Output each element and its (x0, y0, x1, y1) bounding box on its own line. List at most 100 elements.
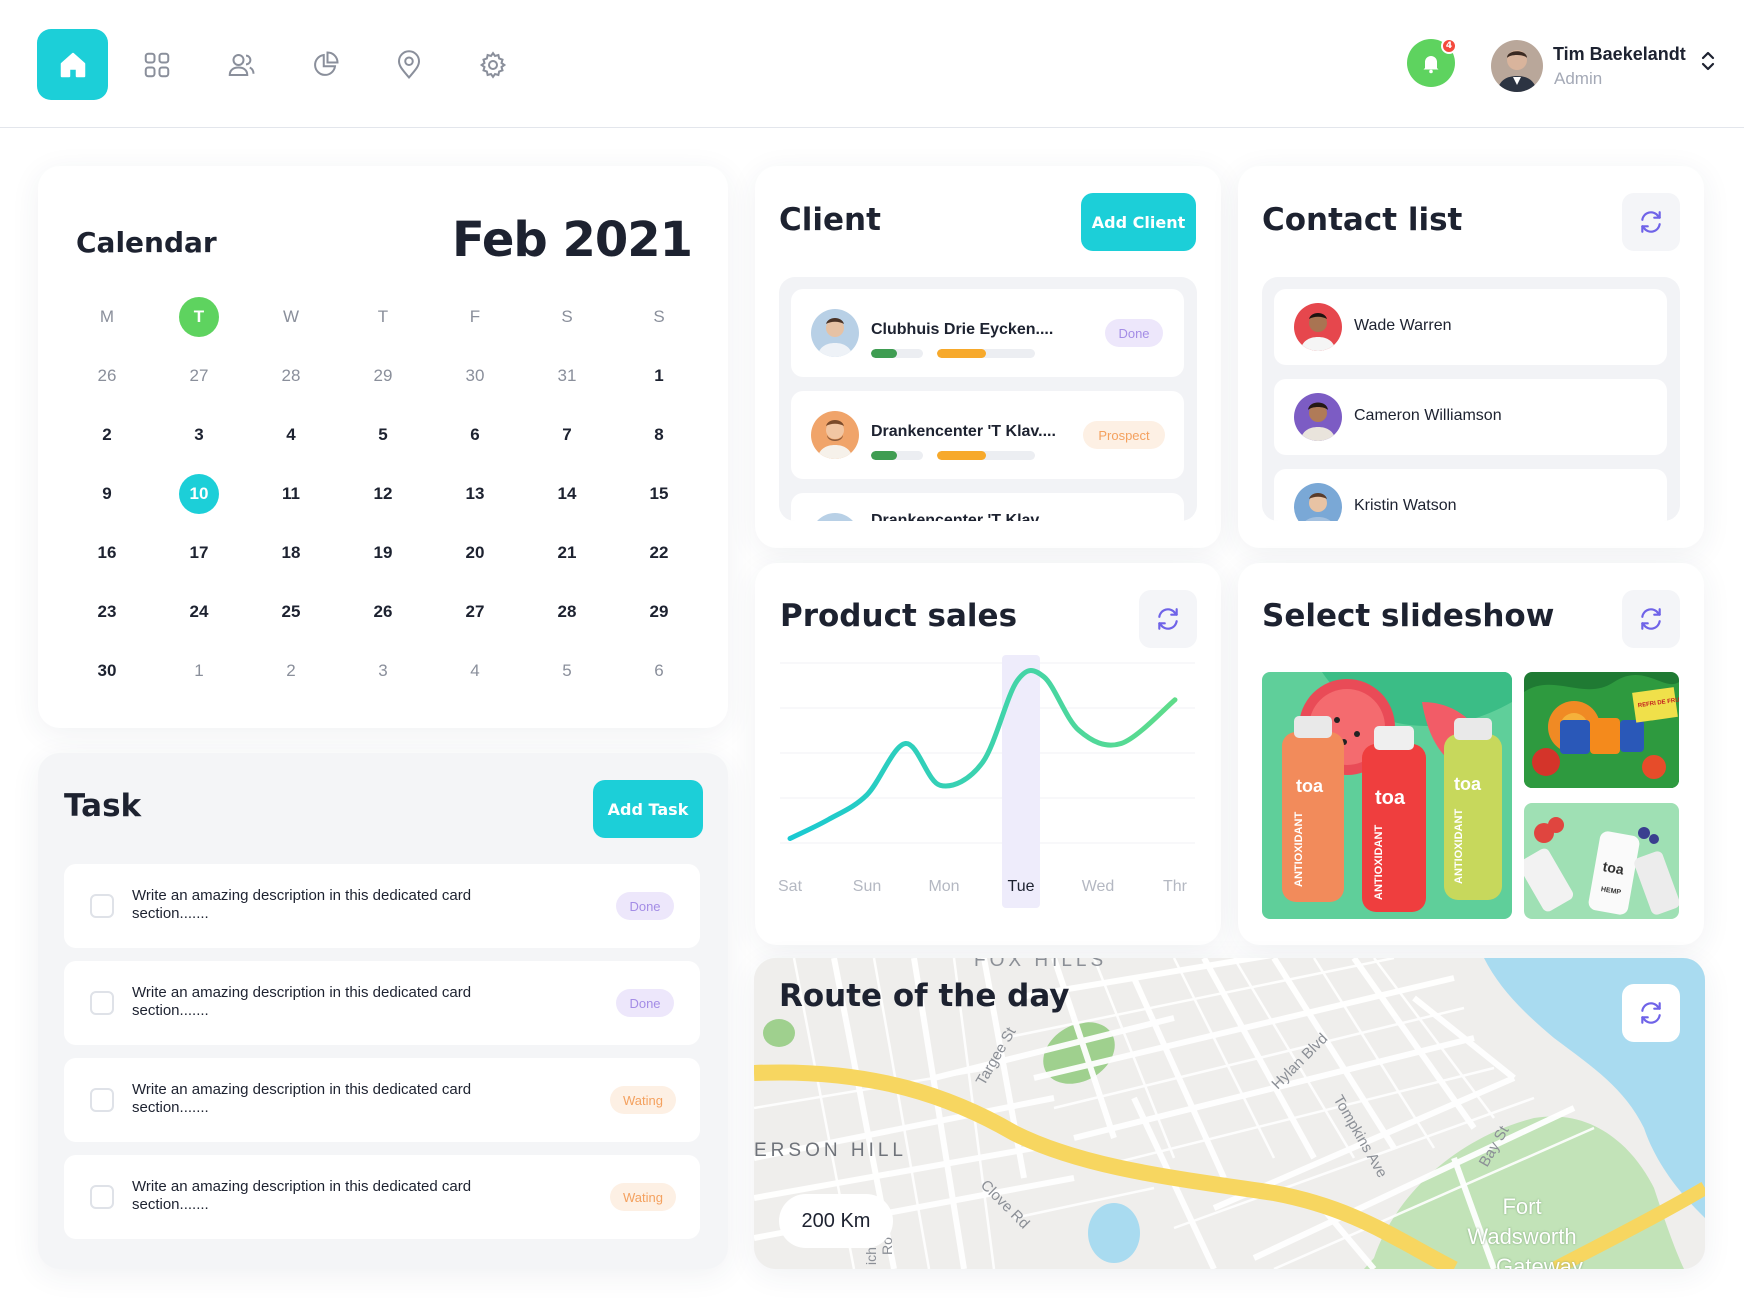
bottle-brand-text: toa (1296, 776, 1324, 796)
slideshow-card: Select slideshow toa ANTIOXIDANT toa ANT… (1238, 563, 1704, 945)
nav-reports-button[interactable] (304, 44, 346, 86)
slideshow-thumb-2[interactable]: toa HEMP (1524, 803, 1679, 919)
add-task-button[interactable]: Add Task (593, 780, 703, 838)
contact-name: Wade Warren (1354, 317, 1452, 334)
task-checkbox[interactable] (90, 1185, 114, 1209)
contact-avatar (1294, 483, 1342, 521)
sales-line-chart[interactable] (755, 563, 1221, 945)
calendar-day[interactable]: 22 (637, 531, 681, 575)
calendar-day[interactable]: 4 (269, 413, 313, 457)
svg-text:ANTIOXIDANT: ANTIOXIDANT (1453, 809, 1465, 884)
refresh-icon (1641, 211, 1661, 233)
task-description: Write an amazing description in this ded… (132, 1081, 472, 1116)
slideshow-title: Select slideshow (1262, 598, 1555, 634)
nav-settings-button[interactable] (472, 44, 514, 86)
map-label-emerson-hill: ERSON HILL (754, 1140, 907, 1161)
calendar-day[interactable]: 2 (85, 413, 129, 457)
user-name[interactable]: Tim Baekelandt (1553, 44, 1686, 65)
calendar-day[interactable]: 3 (361, 649, 405, 693)
contact-row[interactable]: Wade Warren (1274, 289, 1667, 365)
nav-locations-button[interactable] (388, 44, 430, 86)
calendar-day[interactable]: 27 (177, 354, 221, 398)
calendar-day[interactable]: 25 (269, 590, 313, 634)
status-badge: Wating (610, 1183, 676, 1211)
contact-name: Kristin Watson (1354, 497, 1457, 514)
task-checkbox[interactable] (90, 894, 114, 918)
client-progress-orange (937, 451, 1035, 460)
contact-refresh-button[interactable] (1622, 193, 1680, 251)
calendar-day[interactable]: 18 (269, 531, 313, 575)
calendar-day[interactable]: 13 (453, 472, 497, 516)
nav-users-button[interactable] (220, 44, 262, 86)
client-row[interactable]: Clubhuis Drie Eycken.... Done (791, 289, 1184, 377)
calendar-day[interactable]: 3 (177, 413, 221, 457)
calendar-day[interactable]: 1 (177, 649, 221, 693)
task-description: Write an amazing description in this ded… (132, 887, 472, 922)
calendar-month[interactable]: Feb 2021 (452, 212, 693, 268)
calendar-day[interactable]: 7 (545, 413, 589, 457)
route-distance: 200 Km (779, 1194, 893, 1248)
calendar-day[interactable]: 30 (85, 649, 129, 693)
user-menu-toggle[interactable] (1700, 49, 1716, 77)
calendar-day[interactable]: 8 (637, 413, 681, 457)
calendar-day[interactable]: 15 (637, 472, 681, 516)
task-item[interactable]: Write an amazing description in this ded… (64, 1155, 700, 1239)
task-item[interactable]: Write an amazing description in this ded… (64, 864, 700, 948)
client-row[interactable]: Drankencenter 'T Klav.... Prospect (791, 391, 1184, 479)
calendar-day[interactable]: 12 (361, 472, 405, 516)
calendar-day[interactable]: 9 (85, 472, 129, 516)
calendar-day[interactable]: 2 (269, 649, 313, 693)
calendar-day[interactable]: 26 (85, 354, 129, 398)
calendar-day[interactable]: 29 (637, 590, 681, 634)
calendar-day[interactable]: 16 (85, 531, 129, 575)
calendar-day[interactable]: 19 (361, 531, 405, 575)
calendar-day[interactable]: 21 (545, 531, 589, 575)
calendar-weekday: T (377, 307, 389, 326)
calendar-day[interactable]: 23 (85, 590, 129, 634)
calendar-day[interactable]: 31 (545, 354, 589, 398)
calendar-day[interactable]: 11 (269, 472, 313, 516)
client-row[interactable]: Drankencenter 'T Klav.... (791, 493, 1184, 521)
calendar-day[interactable]: 1 (637, 354, 681, 398)
nav-dashboard-button[interactable] (136, 44, 178, 86)
user-avatar[interactable] (1491, 40, 1543, 92)
calendar-day[interactable]: 6 (453, 413, 497, 457)
calendar-day[interactable]: 4 (453, 649, 497, 693)
calendar-day[interactable]: 10 (179, 474, 219, 514)
calendar-day[interactable]: 26 (361, 590, 405, 634)
calendar-day[interactable]: 24 (177, 590, 221, 634)
task-item[interactable]: Write an amazing description in this ded… (64, 961, 700, 1045)
contact-name: Cameron Williamson (1354, 407, 1502, 424)
calendar-day[interactable]: 27 (453, 590, 497, 634)
chart-x-tick-label: Mon (928, 878, 960, 895)
contact-row[interactable]: Cameron Williamson (1274, 379, 1667, 455)
calendar-day[interactable]: 17 (177, 531, 221, 575)
calendar-day[interactable]: 6 (637, 649, 681, 693)
calendar-day[interactable]: 20 (453, 531, 497, 575)
calendar-day[interactable]: 30 (453, 354, 497, 398)
refresh-icon (1641, 608, 1661, 630)
task-item[interactable]: Write an amazing description in this ded… (64, 1058, 700, 1142)
task-card: Task Add Task Write an amazing descripti… (38, 753, 728, 1269)
calendar-day[interactable]: 28 (545, 590, 589, 634)
calendar-day[interactable]: 29 (361, 354, 405, 398)
map-label-richmond: ich (862, 1247, 879, 1265)
calendar-day[interactable]: 5 (545, 649, 589, 693)
bell-icon (1423, 56, 1439, 74)
client-name: Drankencenter 'T Klav.... (871, 423, 1056, 440)
calendar-day[interactable]: 14 (545, 472, 589, 516)
slideshow-refresh-button[interactable] (1622, 590, 1680, 648)
calendar-day[interactable]: 5 (361, 413, 405, 457)
task-checkbox[interactable] (90, 1088, 114, 1112)
task-checkbox[interactable] (90, 991, 114, 1015)
contact-row[interactable]: Kristin Watson (1274, 469, 1667, 521)
chart-highlight-band (1002, 655, 1040, 908)
route-refresh-button[interactable] (1622, 984, 1680, 1042)
slideshow-thumb-1[interactable]: REFRI DE FRUTA (1524, 672, 1679, 788)
notifications-button[interactable]: 4 (1407, 38, 1457, 87)
add-client-button[interactable]: Add Client (1081, 193, 1196, 251)
calendar-day[interactable]: 28 (269, 354, 313, 398)
nav-home-button[interactable] (37, 29, 108, 100)
slideshow-main-image[interactable]: toa ANTIOXIDANT toa ANTIOXIDANT toa ANTI… (1262, 672, 1512, 919)
chart-x-tick-label: Thr (1163, 878, 1187, 895)
